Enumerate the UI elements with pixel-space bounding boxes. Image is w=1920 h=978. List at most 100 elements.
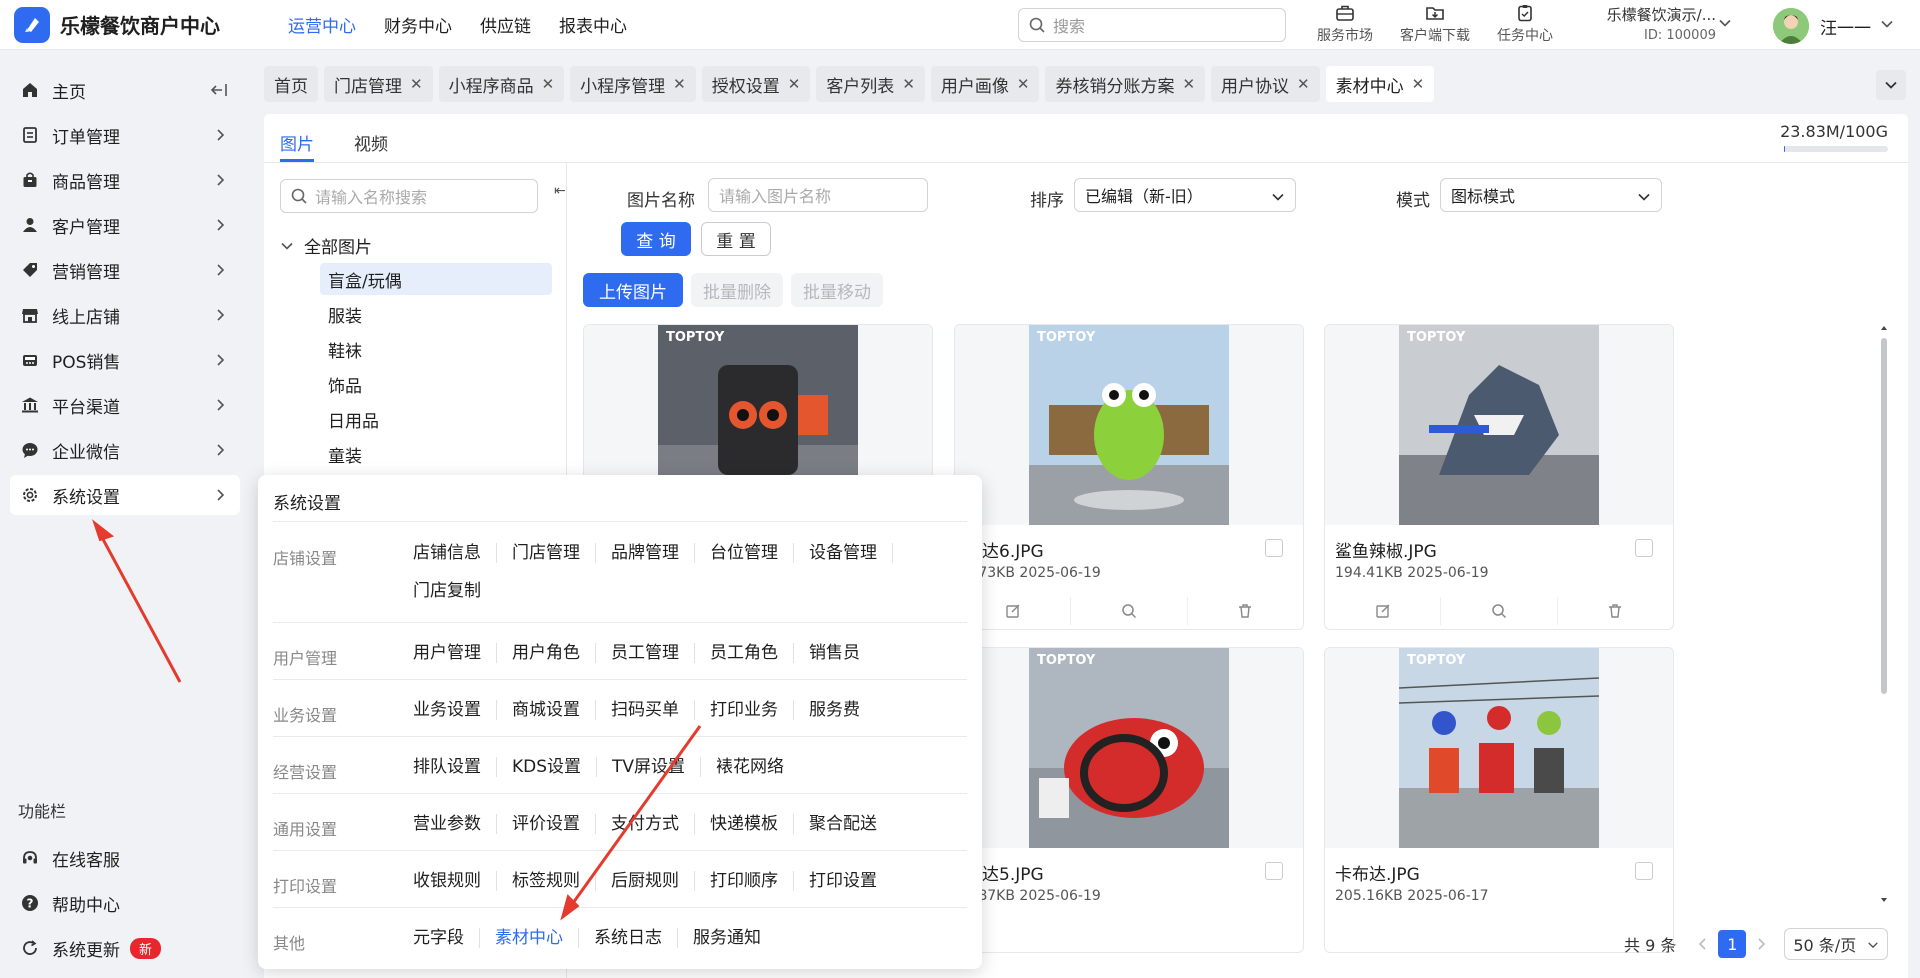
tab-videos[interactable]: 视频	[354, 114, 388, 162]
tab-user-agreement[interactable]: 用户协议 ✕	[1211, 66, 1320, 102]
sidebar-item-platform-channels[interactable]: 平台渠道	[10, 385, 240, 425]
top-nav-reports[interactable]: 报表中心	[559, 12, 627, 37]
sidebar-item-online-support[interactable]: 在线客服	[10, 838, 240, 878]
top-nav-operations[interactable]: 运营中心	[288, 12, 356, 37]
category-item[interactable]: 服装	[320, 298, 552, 330]
delete-button[interactable]	[1558, 597, 1673, 625]
preview-button[interactable]	[1071, 597, 1188, 625]
tab-user-profile[interactable]: 用户画像 ✕	[930, 66, 1040, 102]
sidebar-item-wecom[interactable]: 企业微信	[10, 430, 240, 470]
tab-store-management[interactable]: 门店管理 ✕	[324, 66, 433, 102]
mode-select[interactable]: 图标模式	[1440, 178, 1662, 212]
link-print-business[interactable]: 打印业务	[710, 700, 794, 720]
link-print-order[interactable]: 打印顺序	[710, 871, 794, 891]
image-select-checkbox[interactable]	[1265, 539, 1283, 557]
category-item[interactable]: 饰品	[320, 368, 552, 400]
link-sales-staff[interactable]: 销售员	[809, 643, 875, 663]
image-card[interactable]: TOPTOY 布达6.JPG 3.73KB 2025-06-19	[954, 324, 1304, 630]
link-shipping-templates[interactable]: 快递模板	[710, 814, 794, 834]
link-store-copy[interactable]: 门店复制	[413, 581, 496, 601]
link-business-settings[interactable]: 业务设置	[413, 700, 497, 720]
tab-material-center[interactable]: 素材中心 ✕	[1325, 66, 1435, 102]
image-select-checkbox[interactable]	[1265, 862, 1283, 880]
link-queue-settings[interactable]: 排队设置	[413, 757, 497, 777]
tab-customer-list[interactable]: 客户列表 ✕	[816, 66, 925, 102]
link-meta-fields[interactable]: 元字段	[413, 928, 480, 948]
category-item[interactable]: 日用品	[320, 403, 552, 435]
image-card[interactable]: TOPTOY 卡布达.JPG 205.16KB 2025-06-17	[1324, 647, 1674, 953]
link-brand-management[interactable]: 品牌管理	[611, 543, 695, 563]
sidebar-item-home[interactable]: 主页	[10, 70, 240, 110]
tab-overflow-button[interactable]	[1876, 70, 1906, 100]
link-service-notifications[interactable]: 服务通知	[693, 928, 776, 948]
scrollbar-thumb[interactable]	[1881, 338, 1887, 694]
sidebar-item-marketing[interactable]: 营销管理	[10, 250, 240, 290]
chevron-down-icon[interactable]	[1880, 17, 1894, 31]
service-market-button[interactable]: 服务市场	[1300, 3, 1390, 45]
category-item[interactable]: 童装	[320, 438, 552, 470]
sidebar-item-products[interactable]: 商品管理	[10, 160, 240, 200]
tab-authorization-settings[interactable]: 授权设置 ✕	[701, 66, 811, 102]
batch-move-button[interactable]: 批量移动	[791, 273, 883, 307]
tab-home[interactable]: 首页	[264, 66, 318, 102]
query-button[interactable]: 查 询	[621, 222, 691, 256]
link-kitchen-rules[interactable]: 后厨规则	[611, 871, 695, 891]
link-review-settings[interactable]: 评价设置	[512, 814, 596, 834]
sidebar-item-help-center[interactable]: ? 帮助中心	[10, 883, 240, 923]
sidebar-item-pos-sales[interactable]: POS销售	[10, 340, 240, 380]
link-business-params[interactable]: 营业参数	[413, 814, 497, 834]
image-thumbnail[interactable]: TOPTOY	[1399, 325, 1599, 525]
image-thumbnail[interactable]: TOPTOY	[1029, 648, 1229, 848]
close-icon[interactable]: ✕	[1412, 75, 1425, 93]
edit-button[interactable]	[1325, 597, 1442, 625]
image-name-input[interactable]: 请输入图片名称	[708, 178, 928, 212]
link-material-center[interactable]: 素材中心	[495, 928, 579, 948]
reset-button[interactable]: 重 置	[701, 222, 771, 256]
link-user-management[interactable]: 用户管理	[413, 643, 497, 663]
scroll-up-icon[interactable]	[1880, 324, 1888, 332]
collapse-panel-icon[interactable]: ⇤	[554, 183, 566, 199]
top-nav-finance[interactable]: 财务中心	[384, 12, 452, 37]
close-icon[interactable]: ✕	[1017, 75, 1030, 93]
close-icon[interactable]: ✕	[1182, 75, 1195, 93]
sidebar-item-online-store[interactable]: 线上店铺	[10, 295, 240, 335]
sidebar-item-orders[interactable]: 订单管理	[10, 115, 240, 155]
upload-image-button[interactable]: 上传图片	[583, 273, 683, 307]
link-print-settings[interactable]: 打印设置	[809, 871, 892, 891]
chevron-right-icon[interactable]	[1754, 937, 1768, 951]
category-item[interactable]: 盲盒/玩偶	[320, 263, 552, 295]
close-icon[interactable]: ✕	[1297, 75, 1310, 93]
tab-images[interactable]: 图片	[280, 114, 314, 162]
tab-mini-program-management[interactable]: 小程序管理 ✕	[570, 66, 696, 102]
close-icon[interactable]: ✕	[542, 75, 555, 93]
user-name[interactable]: 汪一一	[1820, 14, 1871, 39]
image-select-checkbox[interactable]	[1635, 539, 1653, 557]
sort-select[interactable]: 已编辑（新-旧）	[1074, 178, 1296, 212]
link-decoration-network[interactable]: 裱花网络	[716, 757, 799, 777]
link-tv-screen-settings[interactable]: TV屏设置	[612, 757, 702, 777]
link-label-rules[interactable]: 标签规则	[512, 871, 596, 891]
collapse-sidebar-icon[interactable]	[210, 82, 228, 98]
category-root[interactable]: 全部图片	[280, 233, 372, 258]
link-service-fee[interactable]: 服务费	[809, 700, 875, 720]
tab-mini-program-products[interactable]: 小程序商品 ✕	[438, 66, 565, 102]
top-nav-supply-chain[interactable]: 供应链	[480, 12, 531, 37]
link-system-log[interactable]: 系统日志	[594, 928, 678, 948]
page-number[interactable]: 1	[1718, 930, 1747, 958]
page-size-select[interactable]: 50 条/页	[1784, 928, 1889, 960]
image-thumbnail[interactable]: TOPTOY	[1399, 648, 1599, 848]
link-cashier-rules[interactable]: 收银规则	[413, 871, 497, 891]
global-search-input[interactable]: 搜索	[1018, 8, 1286, 42]
link-store-management[interactable]: 门店管理	[512, 543, 596, 563]
sidebar-item-system-settings[interactable]: 系统设置	[10, 475, 240, 515]
preview-button[interactable]	[1441, 597, 1558, 625]
org-switcher[interactable]: 乐檬餐饮演示/... ID: 100009	[1586, 4, 1716, 43]
tab-coupon-split-plan[interactable]: 券核销分账方案 ✕	[1045, 66, 1206, 102]
link-scan-pay[interactable]: 扫码买单	[611, 700, 695, 720]
close-icon[interactable]: ✕	[410, 75, 423, 93]
delete-button[interactable]	[1188, 597, 1303, 625]
chevron-left-icon[interactable]	[1696, 937, 1710, 951]
category-item[interactable]: 鞋袜	[320, 333, 552, 365]
chevron-down-icon[interactable]	[1718, 16, 1732, 30]
close-icon[interactable]: ✕	[788, 75, 801, 93]
